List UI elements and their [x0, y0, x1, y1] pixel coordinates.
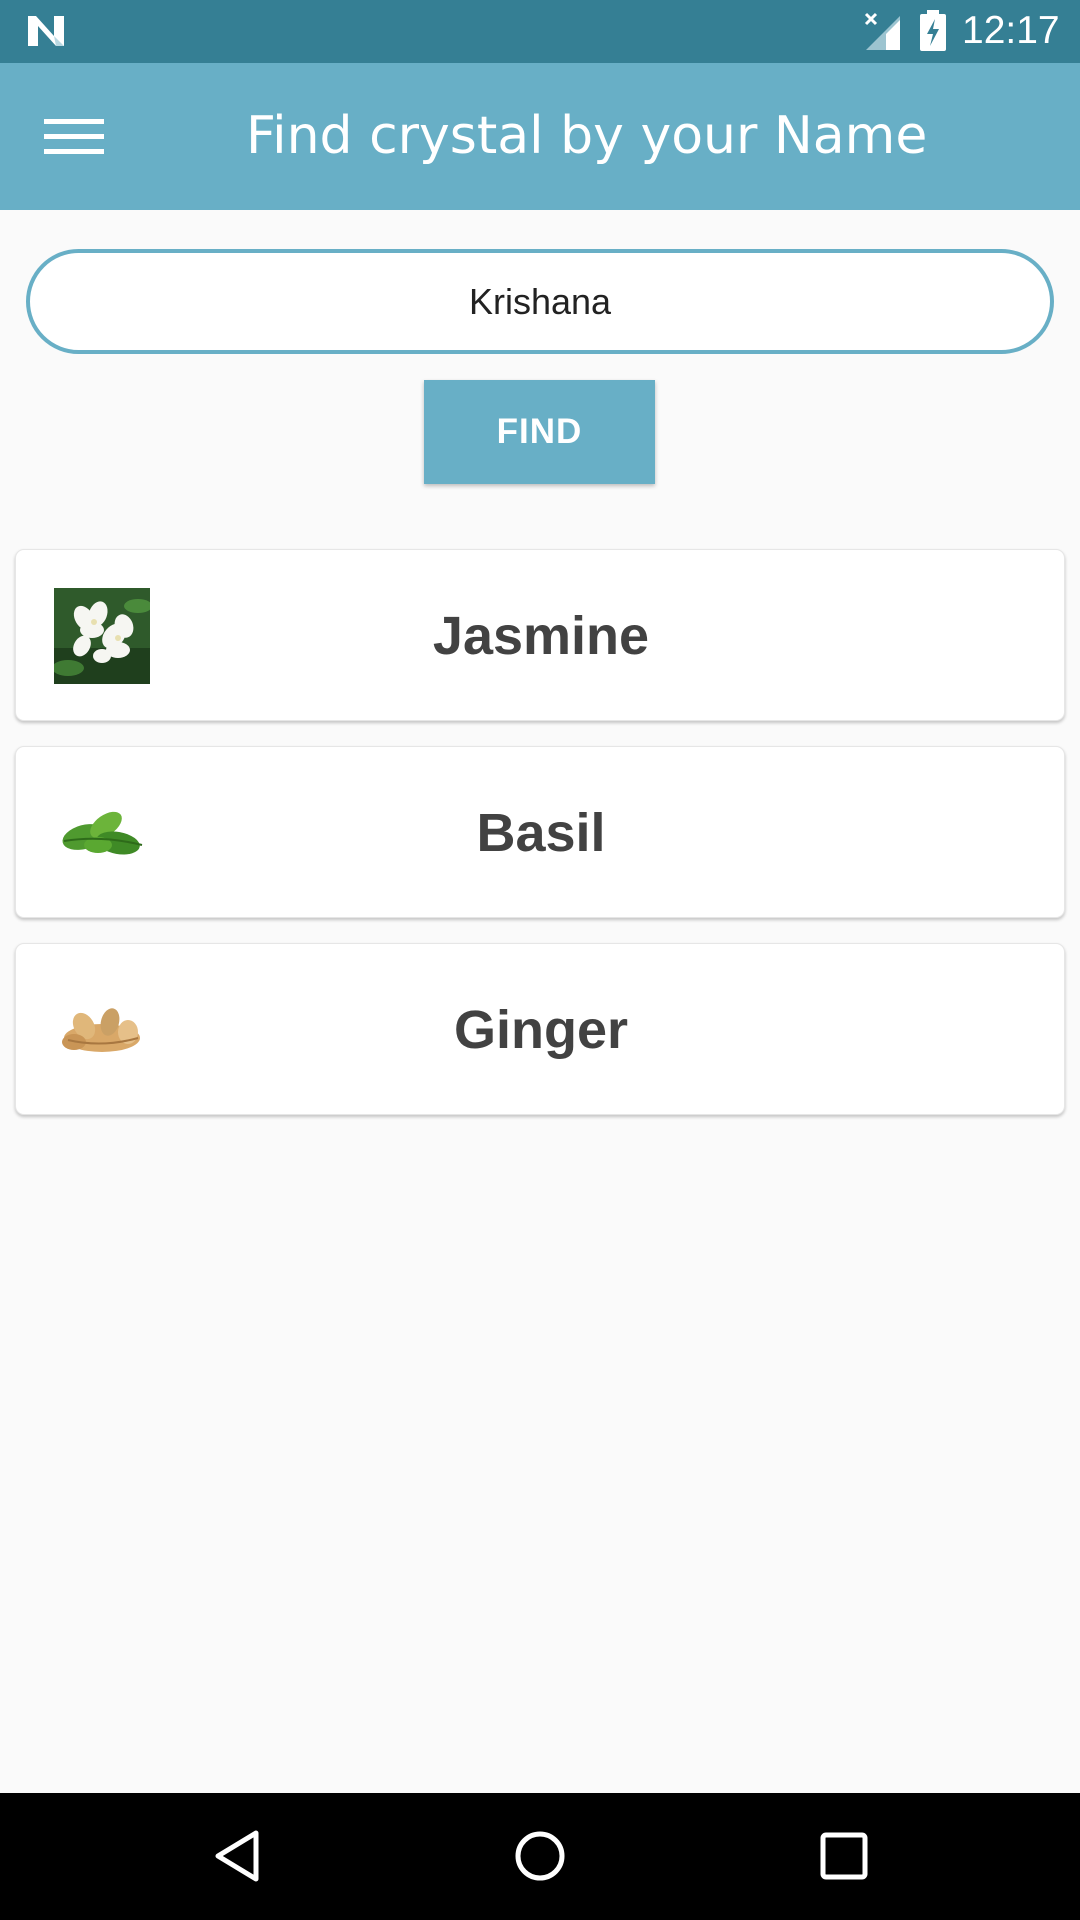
- status-bar: 12:17: [0, 0, 1080, 63]
- recents-icon[interactable]: [809, 1821, 879, 1891]
- result-label: Jasmine: [432, 606, 650, 666]
- result-card-ginger[interactable]: Ginger: [15, 943, 1065, 1115]
- navigation-bar: [0, 1793, 1080, 1920]
- result-label: Ginger: [453, 1000, 629, 1060]
- result-card-jasmine[interactable]: Jasmine: [15, 549, 1065, 721]
- name-input[interactable]: [26, 249, 1054, 354]
- n-logo-icon: [26, 14, 66, 48]
- no-signal-icon: [862, 12, 902, 52]
- home-icon[interactable]: [505, 1821, 575, 1891]
- hamburger-menu-icon[interactable]: [30, 107, 118, 167]
- status-time: 12:17: [962, 9, 1060, 52]
- result-card-basil[interactable]: Basil: [15, 746, 1065, 918]
- page-title: Find crystal by your Name: [246, 106, 928, 166]
- app-bar: Find crystal by your Name: [0, 63, 1080, 210]
- app-screen: 12:17 Find crystal by your Name FIND: [0, 0, 1080, 1920]
- battery-charging-icon: [918, 10, 948, 52]
- result-label: Basil: [476, 803, 606, 863]
- find-button[interactable]: FIND: [424, 380, 655, 484]
- back-icon[interactable]: [204, 1821, 274, 1891]
